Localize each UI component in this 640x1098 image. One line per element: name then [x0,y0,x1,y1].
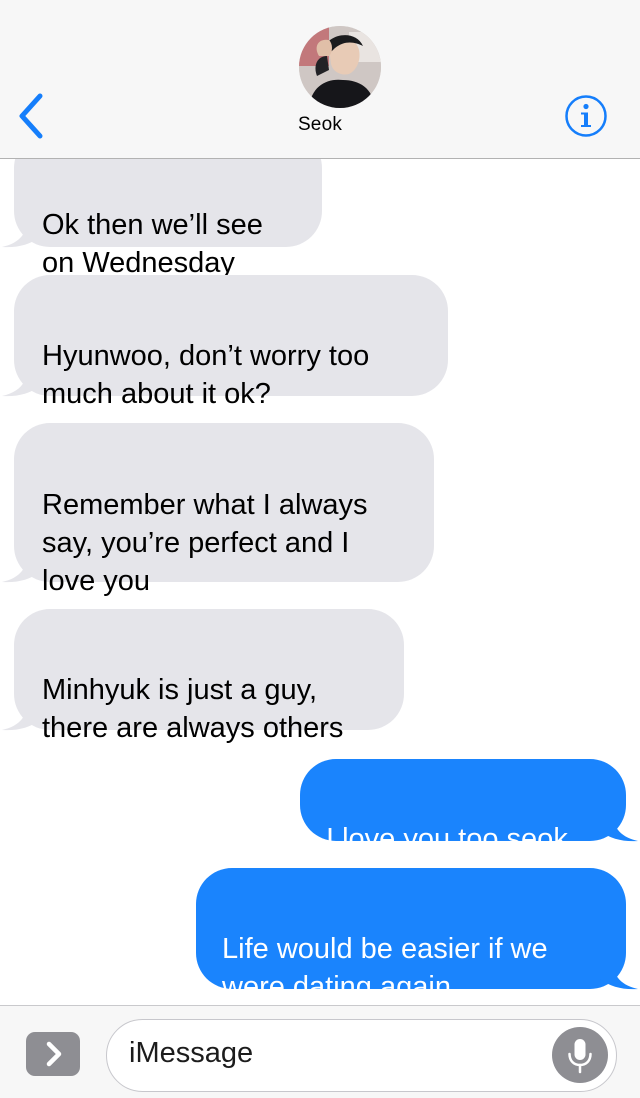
outgoing-message[interactable]: I love you too seok [300,759,626,855]
bubble-tail [2,364,40,397]
message-text: Remember what I always say, you’re perfe… [42,489,368,597]
message-text: Minhyuk is just a guy, there are always … [42,674,344,744]
chevron-right-icon [46,1041,62,1067]
contact-avatar[interactable] [299,26,381,108]
apps-button[interactable] [26,1032,80,1076]
message-input-placeholder: iMessage [129,1037,254,1069]
bubble-tail [2,550,40,583]
composer-bar: iMessage [0,1005,640,1098]
incoming-message[interactable]: Remember what I always say, you’re perfe… [14,423,434,597]
bubble-tail [2,215,40,248]
message-text: Hyunwoo, don’t worry too much about it o… [42,340,370,410]
message-text: I love you too seok [326,823,568,855]
message-input[interactable]: iMessage [106,1019,617,1092]
incoming-message[interactable]: Minhyuk is just a guy, there are always … [14,609,404,744]
info-button[interactable] [564,94,608,138]
outgoing-message[interactable]: Life would be easier if we were dating a… [196,868,626,1003]
message-text: Ok then we’ll see on Wednesday [42,209,263,279]
conversation-header: Seok [0,0,640,159]
microphone-icon [568,1039,592,1074]
bubble-tail [600,809,638,842]
message-text: Life would be easier if we were dating a… [222,933,548,1003]
microphone-button[interactable] [552,1027,608,1083]
bubble-tail [2,698,40,731]
info-icon [565,95,607,137]
avatar-photo [299,26,381,108]
bubble-tail [600,957,638,990]
contact-name[interactable]: Seok [0,114,640,136]
incoming-message[interactable]: Hyunwoo, don’t worry too much about it o… [14,275,448,410]
